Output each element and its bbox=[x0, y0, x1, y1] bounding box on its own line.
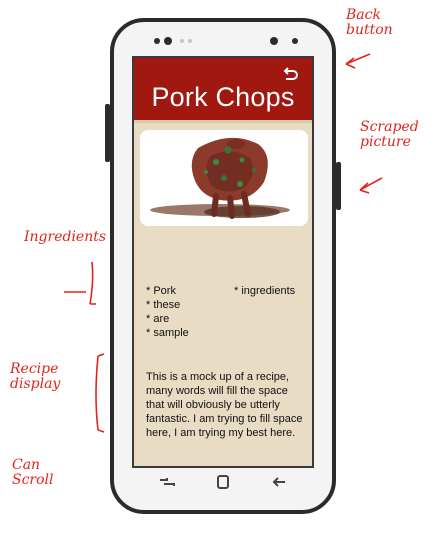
sensor-dot bbox=[154, 38, 160, 44]
annotation-ingredients: Ingredients bbox=[24, 229, 107, 245]
power-button bbox=[105, 104, 110, 162]
page-title: Pork Chops bbox=[151, 82, 295, 112]
system-back-button[interactable] bbox=[268, 472, 290, 492]
ingredient-item: * are bbox=[146, 313, 170, 325]
speaker-sensor-bar bbox=[114, 36, 332, 46]
ingredient-item: * these bbox=[146, 299, 181, 311]
annotation-can-scroll: Can Scroll bbox=[12, 457, 54, 488]
sensor-dot bbox=[180, 39, 184, 43]
back-button[interactable] bbox=[280, 64, 300, 84]
pork-chop-image bbox=[150, 137, 290, 219]
front-camera-icon bbox=[164, 37, 172, 45]
sensor-dot bbox=[292, 38, 298, 44]
recipe-text: This is a mock up of a recipe, many word… bbox=[146, 371, 303, 439]
recents-icon bbox=[160, 478, 175, 486]
ingredient-item: * sample bbox=[146, 327, 189, 339]
recents-button[interactable] bbox=[156, 472, 178, 492]
back-icon bbox=[272, 477, 285, 487]
recipe-header: Pork Chops bbox=[134, 58, 312, 123]
annotation-back-button: Back button bbox=[346, 7, 393, 38]
phone-frame: Pork Chops * Pork * these * are * sample… bbox=[105, 18, 341, 514]
ingredients-column-left: * Pork * these * are * sample bbox=[146, 284, 226, 340]
annotation-scraped-picture: Scraped picture bbox=[360, 119, 419, 150]
ingredients-column-right: * ingredients bbox=[234, 284, 312, 298]
ingredient-item: * Pork bbox=[146, 285, 176, 297]
home-icon bbox=[217, 475, 229, 489]
navigation-bar bbox=[132, 468, 314, 496]
camera-icon bbox=[270, 37, 278, 45]
back-arrow-icon bbox=[283, 67, 298, 80]
sensor-dot bbox=[188, 39, 192, 43]
app-screen[interactable]: Pork Chops * Pork * these * are * sample… bbox=[132, 56, 314, 468]
annotation-recipe-display: Recipe display bbox=[10, 361, 61, 392]
volume-button bbox=[336, 162, 341, 210]
recipe-picture bbox=[140, 130, 308, 226]
home-button[interactable] bbox=[212, 472, 234, 492]
ingredient-item: * ingredients bbox=[234, 285, 296, 297]
